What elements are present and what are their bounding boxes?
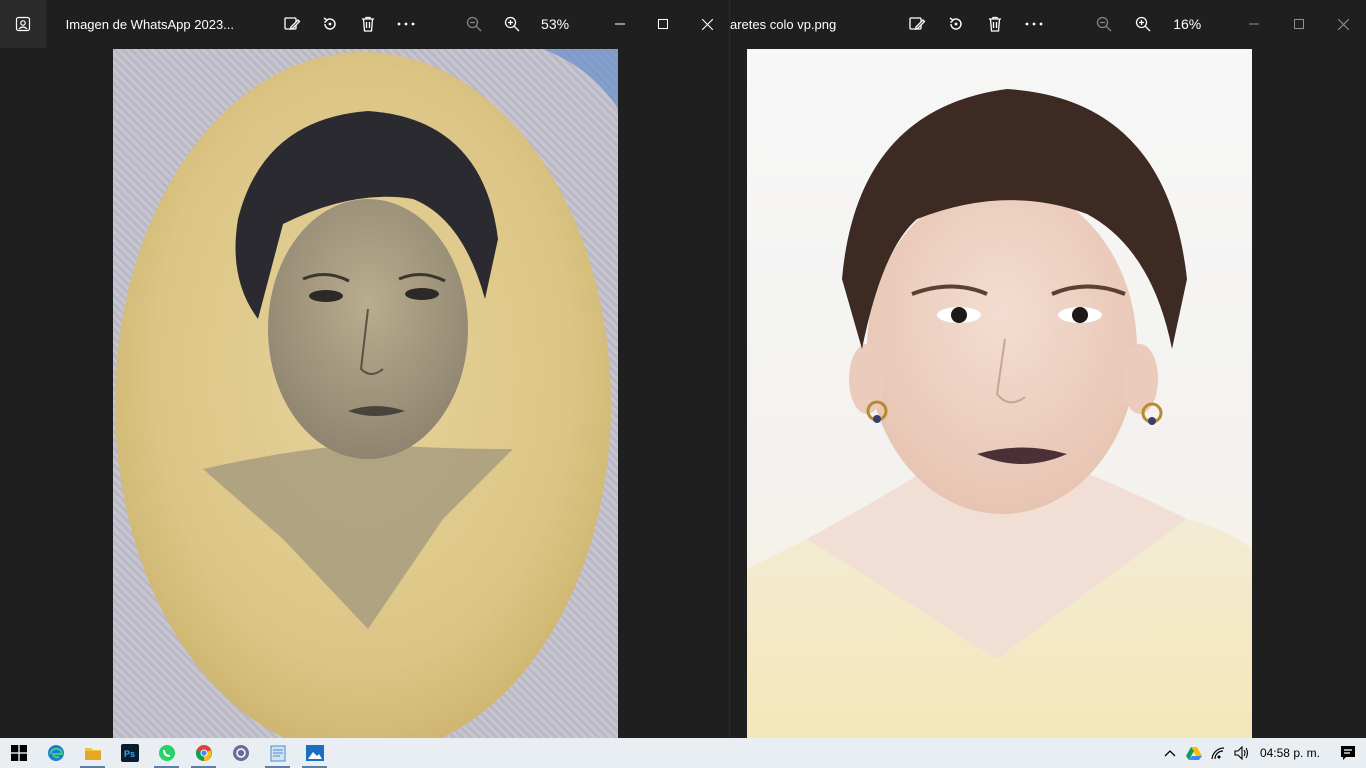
edit-image-icon xyxy=(284,17,301,30)
notepad-icon xyxy=(270,745,285,762)
system-tray: 04:58 p. m. xyxy=(1158,738,1366,768)
folder-icon xyxy=(84,748,101,760)
photos-window-left[interactable]: Imagen de WhatsApp 2023... 53% xyxy=(0,0,730,738)
ellipsis-icon xyxy=(397,22,415,26)
zoom-in-button[interactable] xyxy=(493,4,531,44)
taskbar-whatsapp[interactable] xyxy=(148,738,185,768)
trash-icon xyxy=(988,16,1001,32)
speaker-icon xyxy=(1234,746,1249,760)
windows-start-icon xyxy=(10,745,27,761)
window-title: Imagen de WhatsApp 2023... xyxy=(65,16,235,32)
edit-image-button[interactable] xyxy=(897,4,936,44)
zoom-in-icon xyxy=(1136,16,1151,32)
vintage-photo xyxy=(113,49,618,738)
zoom-out-icon xyxy=(1097,16,1112,32)
show-hidden-icons[interactable] xyxy=(1158,738,1182,768)
rotate-icon xyxy=(949,17,962,30)
taskbar-photoshop[interactable]: Ps xyxy=(111,738,148,768)
google-drive-icon xyxy=(1185,747,1202,760)
titlebar-right: aretes colo vp.png 16% xyxy=(730,0,1366,48)
chevron-up-icon xyxy=(1164,750,1176,757)
edge-icon xyxy=(47,745,64,761)
zoom-level[interactable]: 53% xyxy=(531,16,579,32)
close-button[interactable] xyxy=(685,8,729,40)
notification-center-button[interactable] xyxy=(1330,738,1366,768)
delete-button[interactable] xyxy=(349,4,387,44)
zoom-in-button[interactable] xyxy=(1124,4,1163,44)
minimize-icon xyxy=(1248,23,1259,25)
desktop: Imagen de WhatsApp 2023... 53% aretes co… xyxy=(0,0,1366,738)
taskbar-chrome[interactable] xyxy=(185,738,222,768)
maximize-button[interactable] xyxy=(1276,8,1321,40)
zoom-level[interactable]: 16% xyxy=(1163,16,1212,32)
vintage-portrait-image xyxy=(115,49,618,738)
rotate-button[interactable] xyxy=(936,4,975,44)
photos-app-icon[interactable] xyxy=(0,0,46,48)
taskbar-orbit-app[interactable] xyxy=(222,738,259,768)
close-button[interactable] xyxy=(1321,8,1366,40)
restored-photo xyxy=(747,49,1252,738)
close-icon xyxy=(1338,18,1350,30)
photos-window-right[interactable]: aretes colo vp.png 16% xyxy=(730,0,1366,738)
chrome-icon xyxy=(195,745,212,762)
photos-icon xyxy=(305,745,324,761)
photoshop-icon: Ps xyxy=(120,744,139,762)
window-title: aretes colo vp.png xyxy=(730,16,837,32)
taskbar-edge[interactable] xyxy=(37,738,74,768)
trash-icon xyxy=(361,16,374,32)
maximize-icon xyxy=(1293,19,1304,29)
volume-tray[interactable] xyxy=(1230,738,1254,768)
start-button[interactable] xyxy=(0,738,37,768)
minimize-button[interactable] xyxy=(1231,8,1276,40)
close-icon xyxy=(701,18,713,30)
taskbar-clock[interactable]: 04:58 p. m. xyxy=(1254,746,1330,760)
taskbar-notepad[interactable] xyxy=(259,738,296,768)
maximize-icon xyxy=(658,19,669,29)
zoom-in-icon xyxy=(505,16,520,32)
titlebar-left: Imagen de WhatsApp 2023... 53% xyxy=(0,0,729,48)
taskbar-photos[interactable] xyxy=(296,738,333,768)
more-options-button[interactable] xyxy=(1014,4,1053,44)
minimize-button[interactable] xyxy=(598,8,642,40)
orbit-app-icon xyxy=(232,745,249,761)
zoom-out-button[interactable] xyxy=(455,4,493,44)
ellipsis-icon xyxy=(1025,22,1043,26)
rotate-icon xyxy=(323,17,336,30)
color-portrait-image xyxy=(747,89,1252,738)
maximize-button[interactable] xyxy=(642,8,686,40)
delete-button[interactable] xyxy=(975,4,1014,44)
wifi-icon xyxy=(1211,747,1224,760)
taskbar: Ps 04:58 p. m. xyxy=(0,738,1366,768)
whatsapp-icon xyxy=(158,745,175,761)
zoom-out-button[interactable] xyxy=(1085,4,1124,44)
notification-icon xyxy=(1341,746,1355,760)
edit-image-icon xyxy=(908,17,926,30)
taskbar-file-explorer[interactable] xyxy=(74,738,111,768)
google-drive-tray[interactable] xyxy=(1182,738,1206,768)
svg-text:Ps: Ps xyxy=(124,749,135,759)
edit-image-button[interactable] xyxy=(273,4,311,44)
rotate-button[interactable] xyxy=(311,4,349,44)
minimize-icon xyxy=(614,23,625,25)
more-options-button[interactable] xyxy=(387,4,425,44)
zoom-out-icon xyxy=(467,16,482,32)
network-tray[interactable] xyxy=(1206,738,1230,768)
